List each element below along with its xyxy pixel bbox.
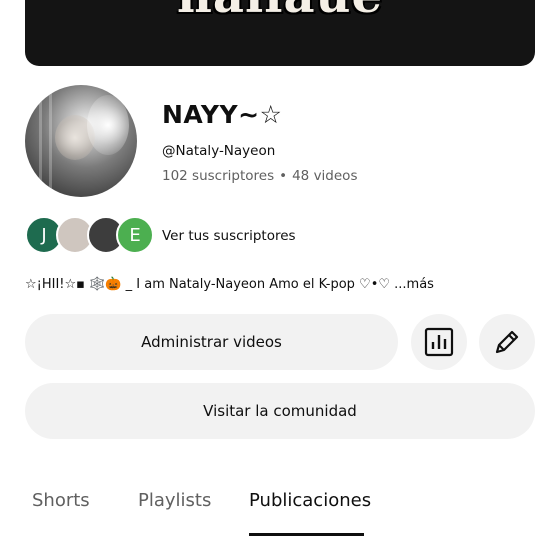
subscribers-preview[interactable]: J E Ver tus suscriptores bbox=[25, 216, 425, 256]
video-count: 48 videos bbox=[292, 168, 358, 184]
tab-playlists[interactable]: Playlists bbox=[138, 490, 211, 511]
channel-banner: naiiaue bbox=[25, 0, 535, 66]
visit-community-label: Visitar la comunidad bbox=[203, 402, 357, 420]
tab-shorts[interactable]: Shorts bbox=[32, 490, 90, 511]
channel-bio[interactable]: ☆¡HII!☆▪ 🕸️🎃 _ I am Nataly-Nayeon Amo el… bbox=[25, 277, 434, 292]
active-tab-indicator bbox=[249, 533, 364, 536]
channel-avatar[interactable] bbox=[25, 85, 137, 197]
channel-name: NAYY~☆ bbox=[162, 100, 283, 129]
manage-videos-button[interactable]: Administrar videos bbox=[25, 314, 398, 370]
channel-stats: 102 suscriptores • 48 videos bbox=[162, 168, 357, 184]
visit-community-button[interactable]: Visitar la comunidad bbox=[25, 383, 535, 439]
channel-handle: @Nataly-Nayeon bbox=[162, 143, 276, 159]
bio-text: ☆¡HII!☆▪ 🕸️🎃 _ I am Nataly-Nayeon Amo el… bbox=[25, 277, 395, 292]
bio-more-link[interactable]: ...más bbox=[394, 277, 434, 292]
edit-channel-button[interactable] bbox=[479, 314, 535, 370]
avatar-stripe bbox=[49, 85, 52, 197]
channel-tabs: Shorts Playlists Publicaciones bbox=[0, 478, 560, 538]
avatar-stripe bbox=[39, 85, 42, 197]
avatar-glow bbox=[87, 95, 129, 155]
stats-separator: • bbox=[279, 168, 288, 184]
subscriber-count: 102 suscriptores bbox=[162, 168, 275, 184]
pencil-icon bbox=[495, 330, 519, 354]
banner-text: naiiaue bbox=[25, 0, 535, 24]
tab-publicaciones[interactable]: Publicaciones bbox=[249, 490, 371, 511]
view-subscribers-link[interactable]: Ver tus suscriptores bbox=[162, 228, 296, 244]
bar-chart-icon bbox=[424, 327, 454, 357]
manage-videos-label: Administrar videos bbox=[141, 333, 282, 351]
analytics-button[interactable] bbox=[411, 314, 467, 370]
subscriber-avatar: E bbox=[116, 216, 154, 254]
